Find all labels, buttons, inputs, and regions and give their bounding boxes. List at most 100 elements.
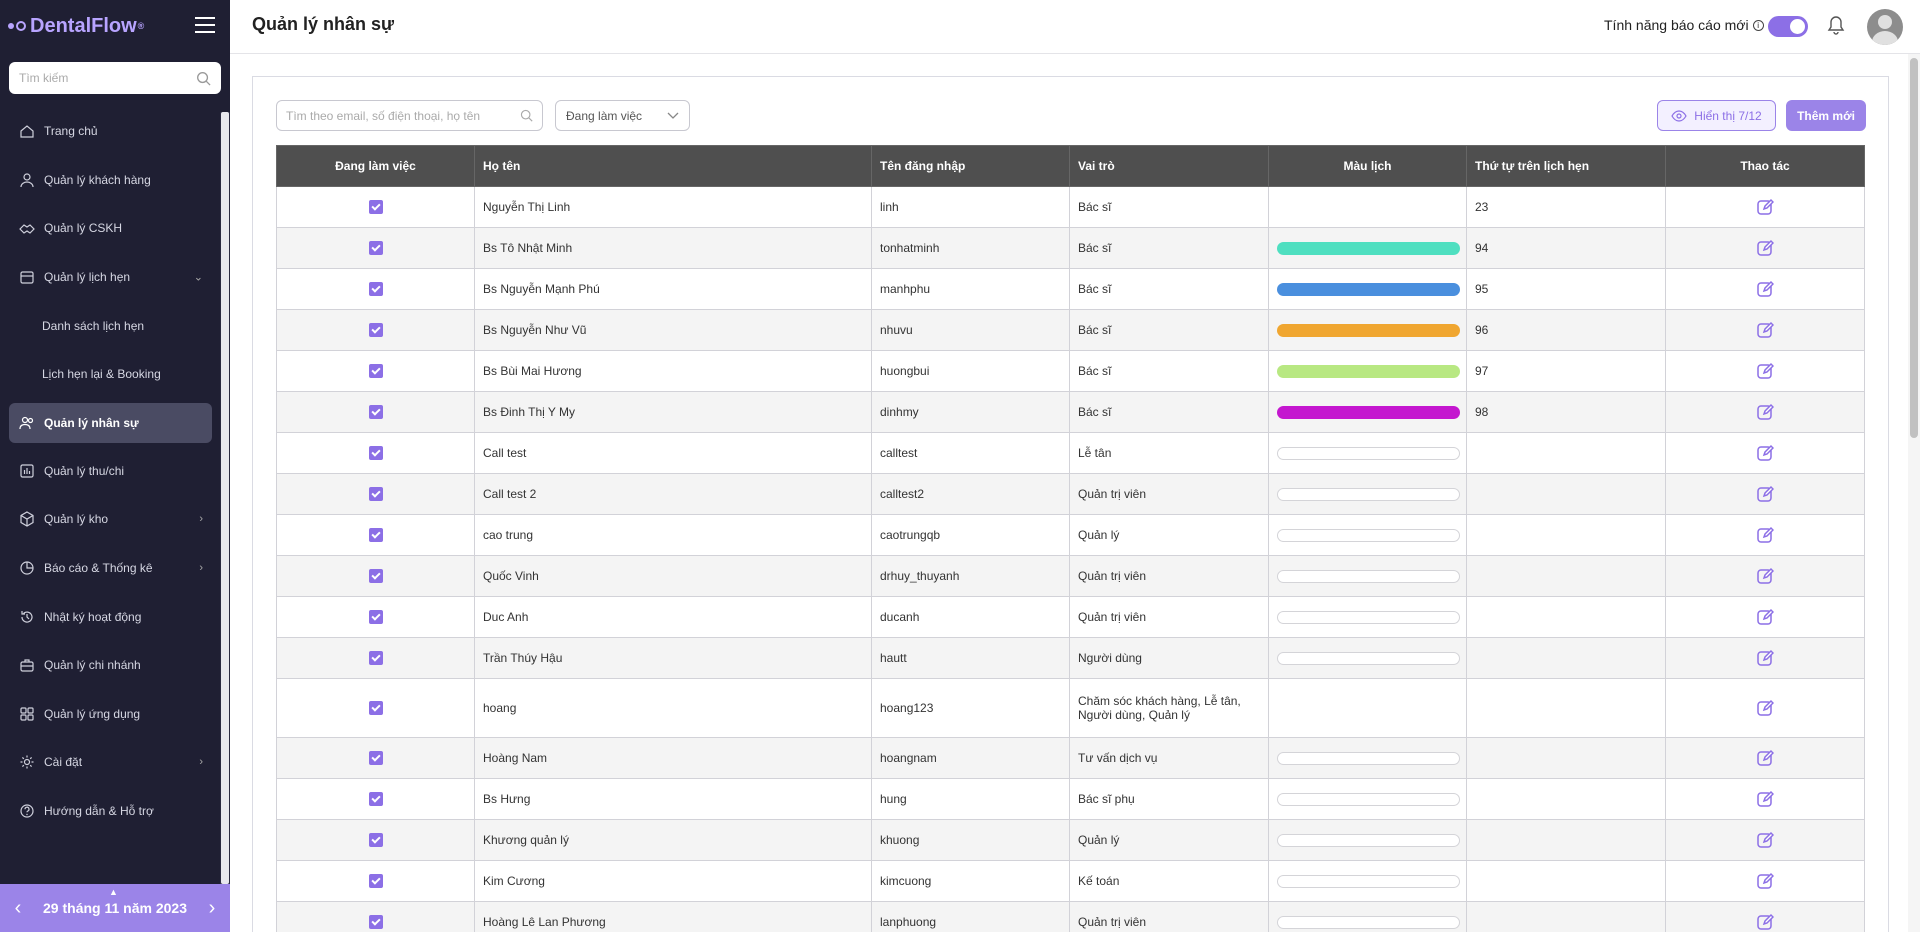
sidebar-item-8[interactable]: Quản lý kho ›: [9, 495, 212, 544]
col-header-active[interactable]: Đang làm việc: [276, 145, 475, 187]
status-filter-select[interactable]: Đang làm việc: [555, 100, 690, 131]
color-bar[interactable]: [1277, 446, 1460, 460]
visible-columns-button[interactable]: Hiển thị 7/12: [1657, 100, 1776, 131]
color-bar[interactable]: [1277, 528, 1460, 542]
edit-icon[interactable]: [1756, 526, 1774, 544]
sidebar-item-10[interactable]: Nhật ký hoạt động: [9, 592, 212, 641]
sidebar-item-6[interactable]: Quản lý nhân sự: [9, 402, 212, 443]
date-navigator: ▲ ‹ 29 tháng 11 năm 2023 ›: [0, 884, 230, 932]
sidebar-item-11[interactable]: Quản lý chi nhánh: [9, 641, 212, 690]
info-icon[interactable]: i: [1752, 19, 1764, 31]
edit-icon[interactable]: [1756, 649, 1774, 667]
color-bar[interactable]: [1277, 874, 1460, 888]
edit-icon[interactable]: [1756, 444, 1774, 462]
next-date-button[interactable]: ›: [202, 897, 222, 920]
avatar[interactable]: [1867, 9, 1903, 45]
sidebar-item-1[interactable]: Quản lý khách hàng: [9, 156, 212, 205]
username-cell: hoangnam: [871, 737, 1070, 779]
active-checkbox[interactable]: [368, 701, 383, 716]
edit-icon[interactable]: [1756, 699, 1774, 717]
active-checkbox[interactable]: [368, 487, 383, 502]
color-bar[interactable]: [1277, 405, 1460, 419]
color-bar[interactable]: [1277, 282, 1460, 296]
color-bar[interactable]: [1277, 569, 1460, 583]
edit-icon[interactable]: [1756, 280, 1774, 298]
active-checkbox[interactable]: [368, 751, 383, 766]
edit-icon[interactable]: [1756, 198, 1774, 216]
sidebar-item-13[interactable]: Cài đặt ›: [9, 738, 212, 787]
active-checkbox[interactable]: [368, 792, 383, 807]
prev-date-button[interactable]: ‹: [8, 897, 28, 920]
bell-icon[interactable]: [1826, 15, 1846, 37]
color-bar[interactable]: [1277, 833, 1460, 847]
color-bar[interactable]: [1277, 241, 1460, 255]
edit-icon[interactable]: [1756, 790, 1774, 808]
col-header-role[interactable]: Vai trò: [1069, 145, 1269, 187]
col-header-color[interactable]: Màu lịch: [1268, 145, 1467, 187]
edit-icon[interactable]: [1756, 749, 1774, 767]
search-icon[interactable]: [520, 109, 533, 122]
active-checkbox[interactable]: [368, 405, 383, 420]
edit-icon[interactable]: [1756, 485, 1774, 503]
color-bar[interactable]: [1277, 610, 1460, 624]
active-checkbox[interactable]: [368, 528, 383, 543]
username-cell: hautt: [871, 637, 1070, 679]
col-header-username[interactable]: Tên đăng nhập: [871, 145, 1070, 187]
edit-icon[interactable]: [1756, 608, 1774, 626]
apps-icon: [19, 706, 35, 722]
active-checkbox[interactable]: [368, 874, 383, 889]
sidebar-item-14[interactable]: Hướng dẫn & Hỗ trợ: [9, 787, 212, 836]
add-new-button[interactable]: Thêm mới: [1786, 100, 1866, 131]
active-checkbox[interactable]: [368, 610, 383, 625]
active-checkbox[interactable]: [368, 833, 383, 848]
expand-caret-icon[interactable]: ▲: [109, 887, 118, 897]
color-bar[interactable]: [1277, 323, 1460, 337]
active-checkbox[interactable]: [368, 200, 383, 215]
sidebar-item-2[interactable]: Quản lý CSKH: [9, 204, 212, 253]
search-icon[interactable]: [196, 71, 211, 86]
sidebar-item-3[interactable]: Quản lý lịch hẹn ⌄: [9, 253, 212, 302]
color-bar[interactable]: [1277, 751, 1460, 765]
active-checkbox[interactable]: [368, 446, 383, 461]
active-checkbox[interactable]: [368, 241, 383, 256]
color-bar[interactable]: [1277, 487, 1460, 501]
col-header-order[interactable]: Thứ tự trên lịch hẹn: [1466, 145, 1666, 187]
color-bar[interactable]: [1277, 364, 1460, 378]
edit-icon[interactable]: [1756, 872, 1774, 890]
feature-toggle[interactable]: [1768, 16, 1808, 37]
menu-toggle-icon[interactable]: [195, 17, 215, 33]
edit-icon[interactable]: [1756, 321, 1774, 339]
current-date[interactable]: 29 tháng 11 năm 2023: [43, 900, 187, 916]
sidebar-item-0[interactable]: Trang chủ: [9, 107, 212, 156]
active-checkbox[interactable]: [368, 282, 383, 297]
sidebar-item-12[interactable]: Quản lý ứng dụng: [9, 690, 212, 739]
sidebar-search-input[interactable]: [19, 71, 196, 85]
sidebar-item-7[interactable]: Quản lý thu/chi: [9, 447, 212, 496]
active-checkbox[interactable]: [368, 323, 383, 338]
main-scrollbar[interactable]: [1908, 54, 1920, 932]
active-checkbox[interactable]: [368, 364, 383, 379]
edit-icon[interactable]: [1756, 239, 1774, 257]
logo[interactable]: DentalFlow ®: [8, 12, 144, 40]
staff-search-input[interactable]: [286, 108, 520, 123]
edit-icon[interactable]: [1756, 403, 1774, 421]
sidebar-item-5[interactable]: Lịch hẹn lại & Booking: [9, 350, 212, 399]
color-bar[interactable]: [1277, 651, 1460, 665]
users-icon: [19, 415, 35, 431]
edit-icon[interactable]: [1756, 831, 1774, 849]
active-checkbox[interactable]: [368, 915, 383, 930]
sidebar-item-9[interactable]: Báo cáo & Thống kê ›: [9, 544, 212, 593]
edit-icon[interactable]: [1756, 913, 1774, 931]
edit-icon[interactable]: [1756, 567, 1774, 585]
sidebar-item-4[interactable]: Danh sách lịch hẹn: [9, 301, 212, 350]
role-cell: Quản trị viên: [1069, 596, 1269, 638]
sidebar-scrollbar[interactable]: [220, 112, 230, 884]
col-header-name[interactable]: Họ tên: [474, 145, 872, 187]
username-cell: tonhatminh: [871, 227, 1070, 269]
active-checkbox[interactable]: [368, 651, 383, 666]
edit-icon[interactable]: [1756, 362, 1774, 380]
color-bar[interactable]: [1277, 792, 1460, 806]
active-checkbox[interactable]: [368, 569, 383, 584]
col-header-actions[interactable]: Thao tác: [1665, 145, 1865, 187]
color-bar[interactable]: [1277, 915, 1460, 929]
